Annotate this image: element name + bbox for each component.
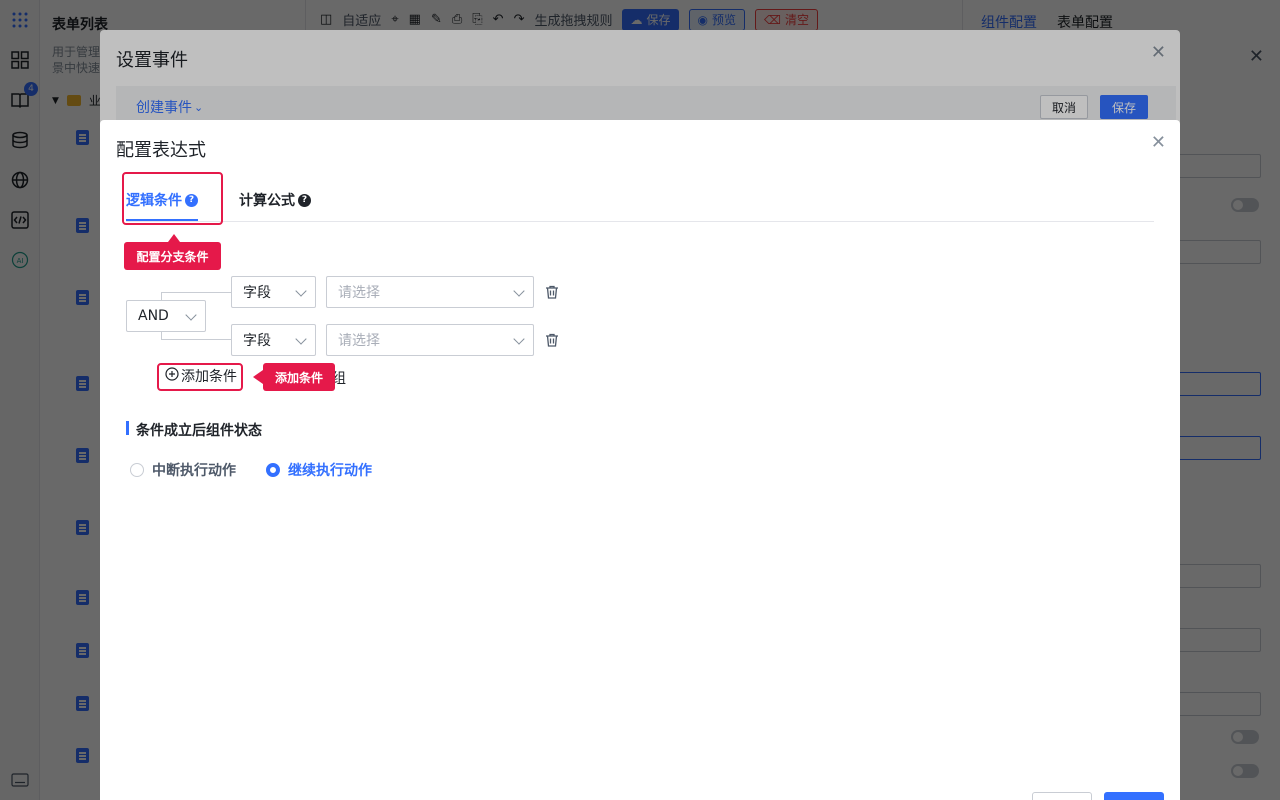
logic-operator-value: AND: [138, 308, 169, 324]
value-select-placeholder: 请选择: [338, 285, 380, 301]
radio-continue-action[interactable]: 继续执行动作: [266, 460, 372, 480]
field-select[interactable]: 字段: [231, 276, 316, 308]
help-icon[interactable]: ?: [298, 193, 311, 207]
field-select-value: 字段: [243, 333, 271, 349]
delete-icon[interactable]: [544, 332, 560, 348]
chevron-down-icon: [295, 285, 307, 297]
radio-continue-label: 继续执行动作: [288, 463, 372, 479]
highlight-box: [122, 172, 223, 225]
field-select[interactable]: 字段: [231, 324, 316, 356]
footer-confirm-button[interactable]: [1104, 792, 1164, 800]
chevron-down-icon: [513, 285, 525, 297]
expression-tabs: 逻辑条件 ? 计算公式 ?: [126, 186, 1154, 222]
close-icon[interactable]: ✕: [1151, 132, 1166, 153]
value-select[interactable]: 请选择: [326, 276, 534, 308]
radio-interrupt-label: 中断执行动作: [152, 463, 236, 479]
value-select[interactable]: 请选择: [326, 324, 534, 356]
value-select-placeholder: 请选择: [338, 333, 380, 349]
tab-formula-label: 计算公式: [239, 193, 295, 209]
radio-checked-icon: [266, 463, 280, 477]
section-title: 条件成立后组件状态: [126, 420, 262, 440]
chevron-down-icon: [513, 333, 525, 345]
field-select-value: 字段: [243, 285, 271, 301]
highlight-box: [157, 363, 243, 391]
radio-unchecked-icon: [130, 463, 144, 477]
expression-modal-title: 配置表达式: [116, 140, 206, 161]
chevron-down-icon: [185, 309, 197, 321]
chevron-down-icon: [295, 333, 307, 345]
delete-icon[interactable]: [544, 284, 560, 300]
callout-add-condition: 添加条件: [253, 363, 335, 391]
expression-modal: 配置表达式 ✕ 逻辑条件 ? 计算公式 ? 配置分支条件 AND 字段 请选择: [100, 120, 1180, 800]
logic-operator-select[interactable]: AND: [126, 300, 206, 332]
footer-cancel-button[interactable]: [1032, 792, 1092, 800]
radio-interrupt-action[interactable]: 中断执行动作: [130, 460, 236, 480]
callout-branch-condition: 配置分支条件: [124, 234, 221, 270]
tab-formula[interactable]: 计算公式 ?: [239, 190, 311, 210]
